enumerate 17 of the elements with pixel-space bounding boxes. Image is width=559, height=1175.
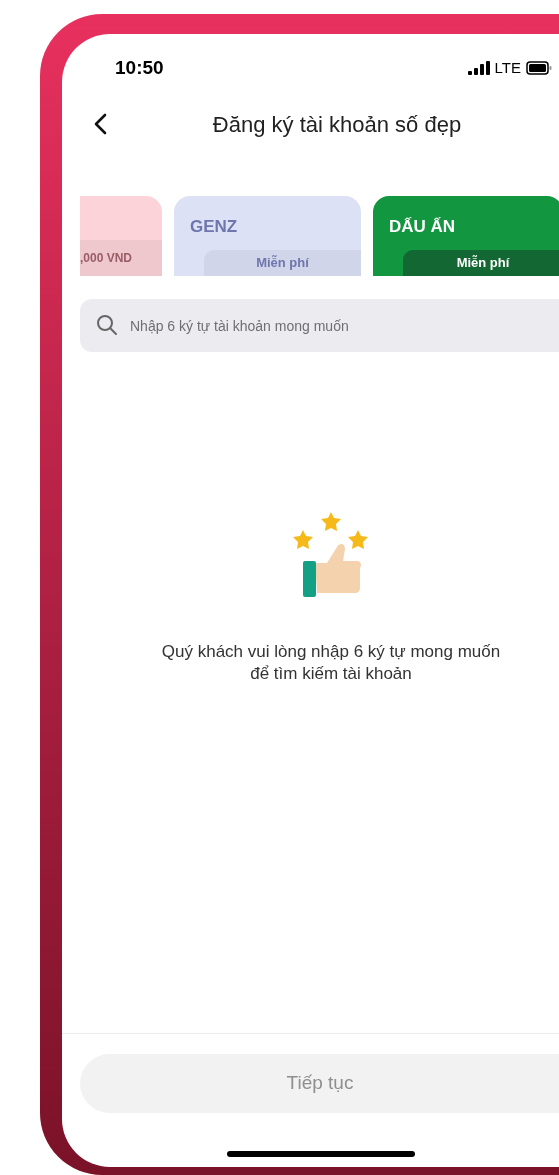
signal-icon [467,61,490,75]
account-card[interactable]: ,000 VND [80,196,162,276]
network-label: LTE [494,57,521,78]
status-time: 10:50 [115,55,164,80]
battery-icon [526,61,552,75]
account-card[interactable]: GENZ Miễn phí [174,196,361,276]
card-title: GENZ [189,216,239,238]
card-title: DẤU ẤN [388,216,457,238]
search-field[interactable]: Nhập 6 ký tự tài khoản mong muốn [80,299,559,352]
card-price: ,000 VND [80,240,162,276]
card-price: Miễn phí [204,250,361,276]
back-icon [93,113,107,135]
page-title: Đăng ký tài khoản số đẹp [211,110,463,139]
empty-state-message: Quý khách vui lòng nhập 6 ký tự mong muốn để tìm kiếm tài khoản [161,641,501,685]
account-card[interactable]: DẤU ẤN Miễn phí [373,196,559,276]
search-icon [96,314,118,336]
card-price: Miễn phí [403,250,559,276]
